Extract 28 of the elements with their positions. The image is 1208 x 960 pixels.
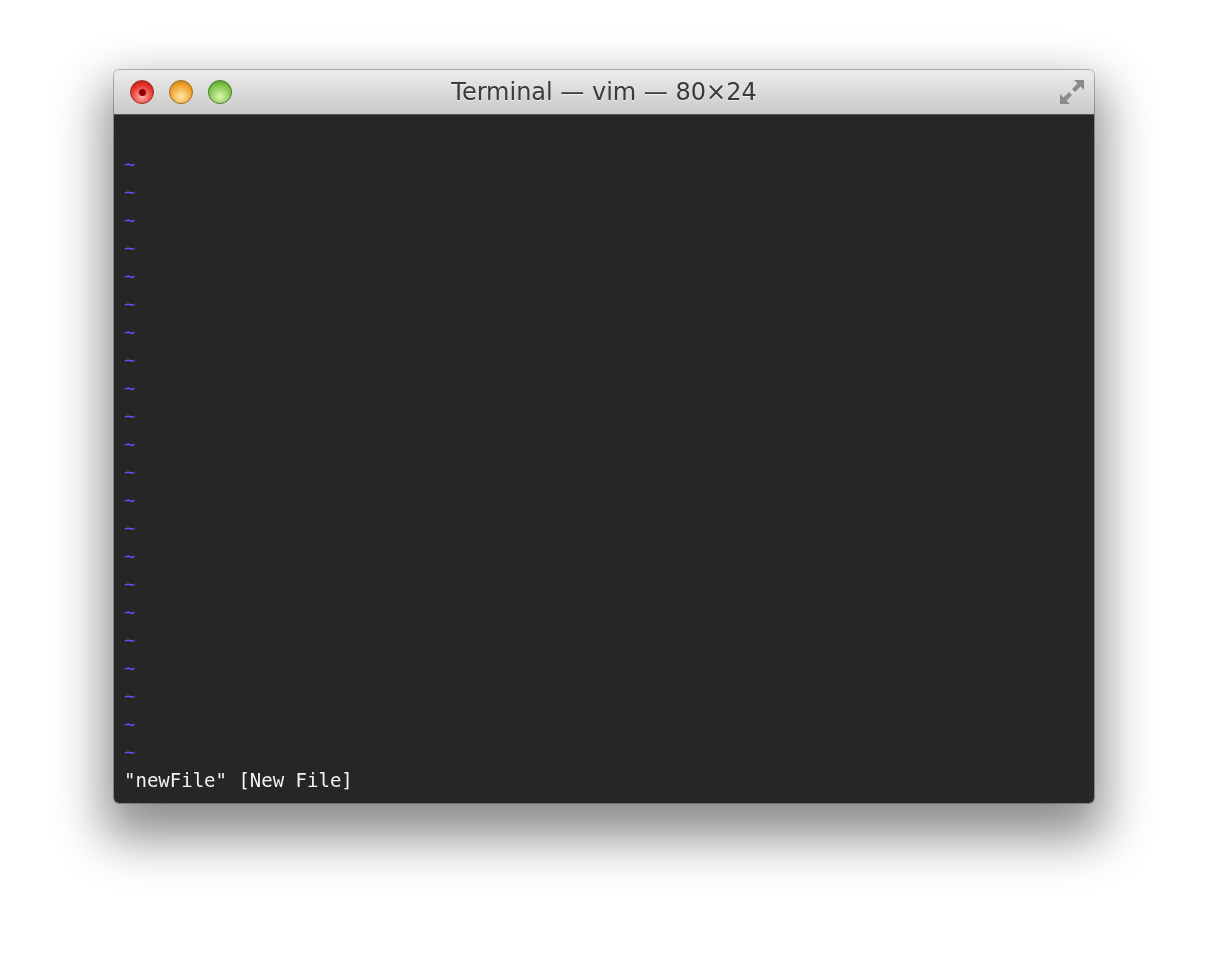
close-button[interactable] bbox=[130, 80, 154, 104]
empty-line-marker: ~ bbox=[124, 685, 136, 707]
empty-line-marker: ~ bbox=[124, 713, 136, 735]
empty-line-marker: ~ bbox=[124, 265, 136, 287]
empty-line-marker: ~ bbox=[124, 657, 136, 679]
fullscreen-icon[interactable] bbox=[1058, 78, 1086, 106]
empty-line-marker: ~ bbox=[124, 349, 136, 371]
empty-line-marker: ~ bbox=[124, 209, 136, 231]
empty-line-marker: ~ bbox=[124, 573, 136, 595]
zoom-button[interactable] bbox=[208, 80, 232, 104]
empty-line-marker: ~ bbox=[124, 489, 136, 511]
empty-line-marker: ~ bbox=[124, 433, 136, 455]
empty-line-marker: ~ bbox=[124, 377, 136, 399]
empty-line-marker: ~ bbox=[124, 461, 136, 483]
empty-line-marker: ~ bbox=[124, 237, 136, 259]
empty-line-marker: ~ bbox=[124, 545, 136, 567]
empty-line-marker: ~ bbox=[124, 405, 136, 427]
window-title: Terminal — vim — 80×24 bbox=[451, 78, 757, 106]
minimize-button[interactable] bbox=[169, 80, 193, 104]
empty-line-marker: ~ bbox=[124, 293, 136, 315]
empty-line-marker: ~ bbox=[124, 517, 136, 539]
empty-line-marker: ~ bbox=[124, 153, 136, 175]
empty-line-marker: ~ bbox=[124, 601, 136, 623]
empty-line-marker: ~ bbox=[124, 181, 136, 203]
empty-line-marker: ~ bbox=[124, 741, 136, 763]
empty-line-marker: ~ bbox=[124, 321, 136, 343]
status-message: "newFile" [New File] bbox=[124, 769, 353, 791]
empty-line-marker: ~ bbox=[124, 629, 136, 651]
